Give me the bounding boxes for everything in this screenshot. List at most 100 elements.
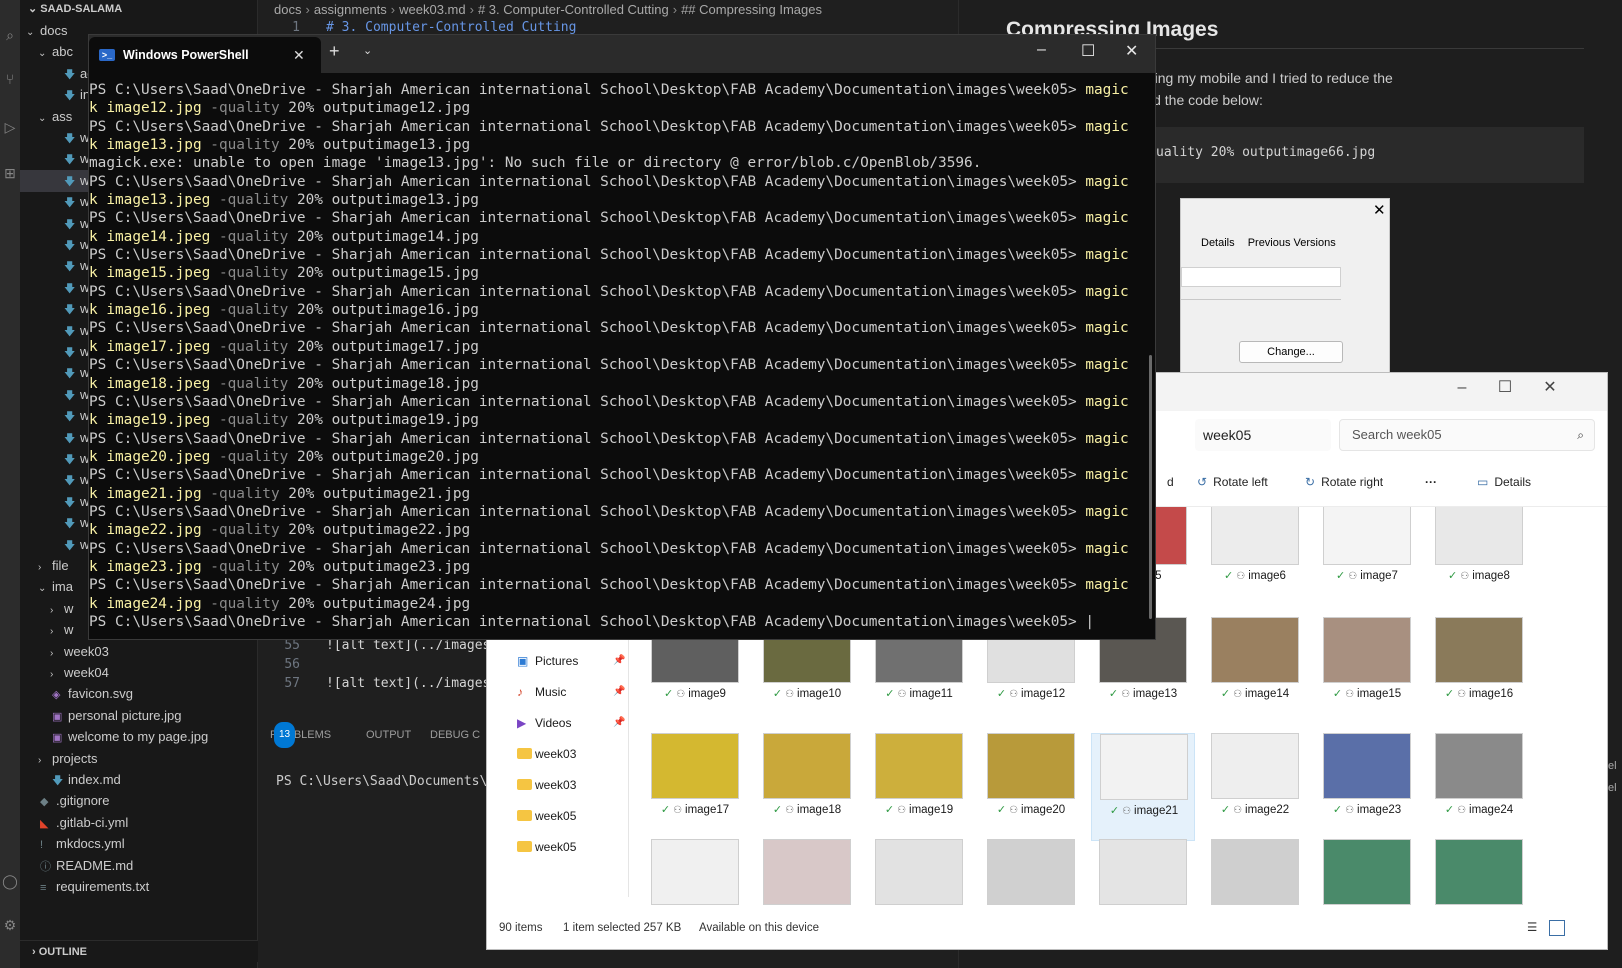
file-item[interactable]: ✓ ⚇ image7 — [1315, 507, 1419, 607]
tree-item[interactable]: ⓘ README.md — [20, 855, 258, 877]
tree-item[interactable]: ◈ favicon.svg — [20, 683, 258, 705]
nav-item-videos[interactable]: ▶ Videos 📌 — [517, 709, 625, 737]
nav-item-week03[interactable]: week03 — [517, 740, 576, 768]
change-button[interactable]: Change... — [1239, 341, 1343, 363]
tree-item[interactable]: ◆ .gitignore — [20, 790, 258, 812]
breadcrumb-item[interactable]: ## Compressing Images — [681, 2, 822, 17]
close-icon[interactable]: ✕ — [1125, 41, 1138, 61]
integrated-terminal-line[interactable]: PS C:\Users\Saad\Documents\Fab — [276, 774, 511, 789]
nav-item-pictures[interactable]: ▣ Pictures 📌 — [517, 647, 625, 675]
file-caption: ✓ ⚇ image9 — [643, 687, 747, 700]
tab-output[interactable]: OUTPUT — [366, 722, 411, 748]
file-item[interactable]: ✓ ⚇ image19 — [867, 733, 971, 841]
tree-item[interactable]: ▣ welcome to my page.jpg — [20, 726, 258, 748]
breadcrumb-item[interactable]: assignments — [314, 2, 387, 17]
tree-item[interactable]: ◣ .gitlab-ci.yml — [20, 812, 258, 834]
tab-debug-console[interactable]: DEBUG C — [430, 722, 480, 748]
tab-previous-versions[interactable]: Previous Versions — [1248, 237, 1336, 249]
file-item[interactable]: ✓ ⚇ image15 — [1315, 617, 1419, 725]
file-item[interactable]: ✓⚇image25 — [643, 839, 747, 905]
minimize-icon[interactable]: – — [1447, 377, 1477, 401]
terminal-text: magick.exe: unable to open image 'image1… — [89, 155, 982, 172]
close-icon[interactable]: ✕ — [1535, 377, 1565, 401]
outline-section[interactable]: › OUTLINE — [20, 940, 258, 962]
powershell-output[interactable]: PS C:\Users\Saad\OneDrive - Sharjah Amer… — [89, 81, 1149, 631]
code-line[interactable]: ![alt text](../images — [326, 638, 490, 653]
details-pane-button[interactable]: ▭ Details — [1477, 475, 1531, 489]
new-tab-button[interactable]: + — [329, 41, 340, 62]
close-tab-icon[interactable]: ✕ — [293, 37, 305, 73]
close-icon[interactable]: ✕ — [1373, 201, 1386, 219]
file-item[interactable]: ✓ ⚇ image24 — [1427, 733, 1531, 841]
chevron-down-icon[interactable]: ⌄ — [363, 44, 372, 57]
command-partial[interactable]: d — [1167, 475, 1174, 489]
extensions-icon[interactable]: ⊞ — [1, 164, 19, 182]
file-item[interactable]: ✓⚇image26 — [755, 839, 859, 905]
nav-item-week03[interactable]: week03 — [517, 771, 576, 799]
shared-icon: ⚇ — [1009, 805, 1019, 816]
tab-details[interactable]: Details — [1201, 237, 1235, 249]
explorer-root-title[interactable]: ⌄ SAAD-SALAMA — [28, 0, 122, 18]
code-line[interactable]: ![alt text](../images — [326, 676, 490, 691]
file-md-icon: 🡇 — [64, 197, 76, 210]
search-icon[interactable]: ⌕ — [1, 26, 19, 44]
nav-item-music[interactable]: ♪ Music 📌 — [517, 678, 625, 706]
minimize-icon[interactable]: – — [1037, 41, 1046, 59]
tree-item[interactable]: › week04 — [20, 662, 258, 684]
terminal-text: 20% outputimage15.jpg — [296, 265, 479, 282]
address-bar[interactable]: week05 — [1195, 419, 1331, 451]
file-item[interactable]: ✓⚇image27 — [867, 839, 971, 905]
scrollbar[interactable] — [1149, 355, 1152, 619]
nav-item-week05[interactable]: week05 — [517, 833, 576, 861]
status-availability: Available on this device — [699, 922, 819, 934]
file-item[interactable]: ✓ ⚇ image17 — [643, 733, 747, 841]
shared-icon: ⚇ — [1345, 689, 1355, 700]
file-item[interactable]: ✓⚇image30 — [1203, 839, 1307, 905]
file-item[interactable]: ✓ ⚇ image16 — [1427, 617, 1531, 725]
more-options-button[interactable]: ··· — [1425, 475, 1437, 489]
tree-item[interactable]: › week03 — [20, 641, 258, 663]
file-item[interactable]: ✓ ⚇ image18 — [755, 733, 859, 841]
file-item[interactable]: ✓ ⚇ image6 — [1203, 507, 1307, 607]
tab-windows-powershell[interactable]: >_ Windows PowerShell ✕ — [89, 37, 321, 73]
maximize-icon[interactable]: ☐ — [1490, 377, 1520, 401]
maximize-icon[interactable]: ☐ — [1081, 41, 1095, 61]
file-item[interactable]: ✓ ⚇ image8 — [1427, 507, 1531, 607]
search-input[interactable]: Search week05 ⌕ — [1339, 419, 1595, 451]
file-item[interactable]: ✓ ⚇ image20 — [979, 733, 1083, 841]
file-item[interactable]: ✓ ⚇ image14 — [1203, 617, 1307, 725]
chevron-right-icon: › — [390, 2, 396, 17]
rotate-left-button[interactable]: ↺ Rotate left — [1197, 475, 1268, 489]
file-item[interactable]: ✓ ⚇ image23 — [1315, 733, 1419, 841]
terminal-text: 20% outputimage17.jpg — [296, 338, 479, 355]
right-edge-text-1: el — [1608, 760, 1617, 772]
run-debug-icon[interactable]: ▷ — [1, 118, 19, 136]
nav-item-week05[interactable]: week05 — [517, 802, 576, 830]
source-control-icon[interactable]: ⑂ — [1, 70, 19, 88]
tree-item[interactable]: ▣ personal picture.jpg — [20, 705, 258, 727]
properties-name-field[interactable] — [1181, 267, 1341, 287]
folder-icon — [517, 740, 535, 768]
file-item[interactable]: ✓⚇image31 — [1315, 839, 1419, 905]
tree-item[interactable]: 🡇 index.md — [20, 769, 258, 791]
details-view-icon[interactable]: ☰ — [1527, 917, 1537, 939]
file-item[interactable]: ✓⚇image29 — [1091, 839, 1195, 905]
tiles-view-icon[interactable] — [1549, 920, 1565, 936]
file-item[interactable]: ✓ ⚇ image21 — [1091, 733, 1195, 841]
account-icon[interactable]: ◯ — [1, 872, 19, 890]
code-line-heading[interactable]: # 3. Computer-Controlled Cutting — [326, 20, 576, 35]
tree-item[interactable]: ! mkdocs.yml — [20, 833, 258, 855]
tree-item[interactable]: ≡ requirements.txt — [20, 876, 258, 898]
terminal-text: k image22.jpg — [89, 522, 211, 539]
breadcrumb-item[interactable]: week03.md — [399, 2, 465, 17]
breadcrumb-item[interactable]: docs — [274, 2, 301, 17]
rotate-right-button[interactable]: ↻ Rotate right — [1305, 475, 1383, 489]
file-item[interactable]: ✓ ⚇ image22 — [1203, 733, 1307, 841]
breadcrumb-item[interactable]: # 3. Computer-Controlled Cutting — [478, 2, 669, 17]
file-item[interactable]: ✓⚇image32 — [1427, 839, 1531, 905]
terminal-text: -quality — [218, 302, 297, 319]
settings-gear-icon[interactable]: ⚙ — [1, 916, 19, 934]
file-item[interactable]: ✓⚇image28 — [979, 839, 1083, 905]
tree-item[interactable]: › projects — [20, 748, 258, 770]
file-gitlab-icon: ◣ — [40, 817, 49, 830]
